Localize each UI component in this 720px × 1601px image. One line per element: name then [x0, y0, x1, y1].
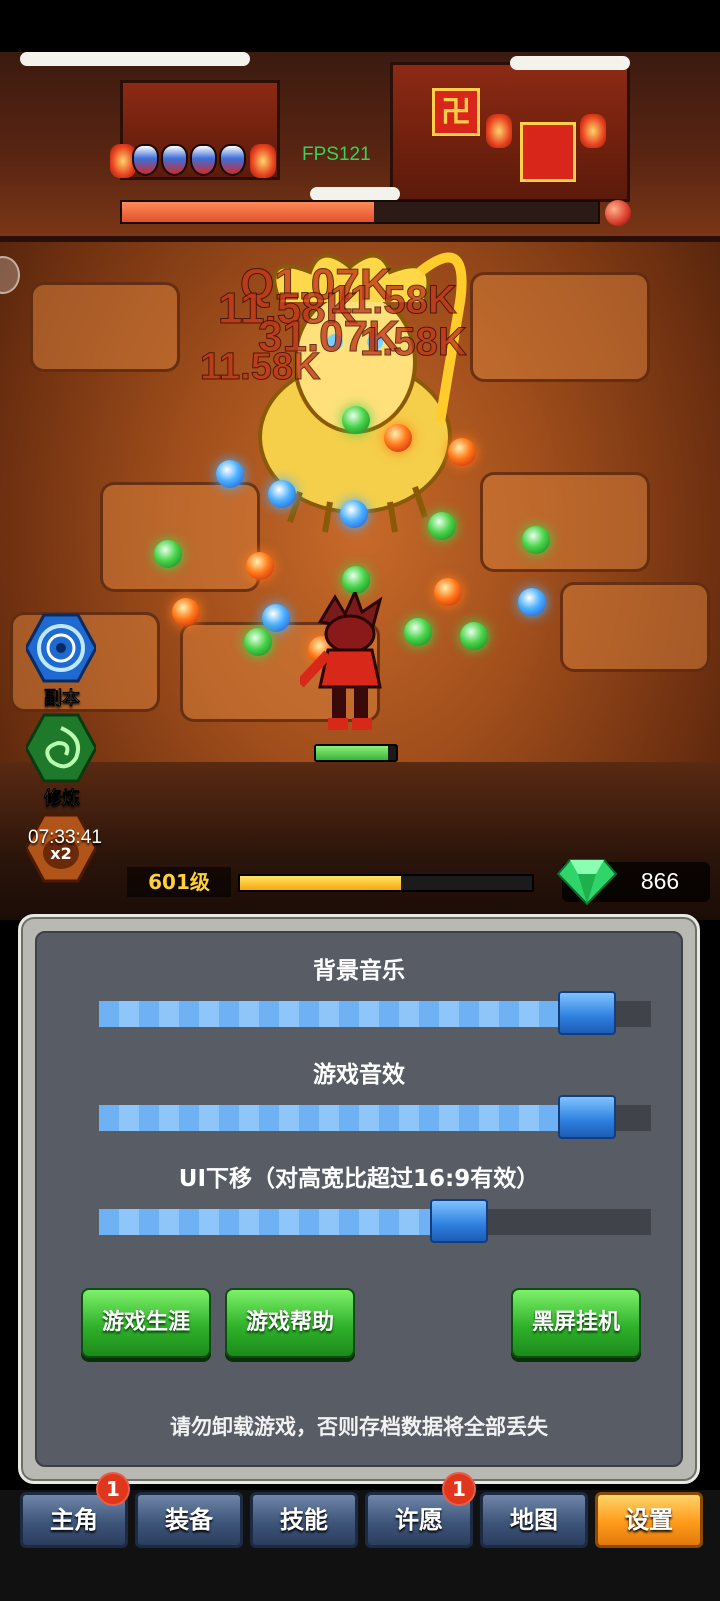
green-spirit-projectile	[404, 618, 432, 646]
bgm-label: 背景音乐	[313, 958, 405, 984]
green-spirit-projectile	[244, 628, 272, 656]
bgm-slider-knob[interactable]	[558, 991, 617, 1035]
spiral-leaf-icon	[24, 713, 98, 783]
ui-shift-slider-fill	[99, 1209, 459, 1235]
red-spirit-projectile	[172, 598, 200, 626]
blue-spirit-projectile	[518, 588, 546, 616]
dungeon-label: 副本	[44, 688, 81, 710]
gem-count: 866	[640, 868, 680, 894]
boss-hp-bar	[120, 200, 600, 224]
xp-bar	[238, 874, 534, 892]
sfx-slider-knob[interactable]	[558, 1095, 617, 1139]
red-spirit-projectile	[384, 424, 412, 452]
bottom-tab-bar: 主角 装备 技能 许愿 地图 设置	[0, 1490, 720, 1601]
xp-fill	[240, 876, 401, 890]
ui-shift-slider-knob[interactable]	[429, 1199, 488, 1243]
snow	[510, 56, 630, 70]
damage-number: 11.58K	[199, 346, 321, 389]
mask-icon	[132, 144, 159, 176]
bgm-slider[interactable]	[99, 991, 651, 1035]
blue-spirit-projectile	[268, 480, 296, 508]
lantern	[250, 144, 276, 178]
floor-tile	[470, 272, 650, 382]
damage-number: 1.58K	[360, 320, 468, 365]
player-level: 601级	[127, 867, 231, 897]
damage-number: 11.58K	[330, 278, 458, 323]
blue-spirit-projectile	[216, 460, 244, 488]
tab-map[interactable]: 地图	[480, 1492, 588, 1548]
vortex-icon	[24, 613, 98, 683]
floor-tile	[480, 472, 650, 572]
temple-door	[520, 122, 576, 182]
bgm-slider-fill	[99, 1001, 588, 1027]
settings-panel: 背景音乐 游戏音效 UI下移（对高宽比超过16:9有效） 游戏生涯 游戏帮助 黑…	[18, 914, 700, 1484]
green-spirit-projectile	[154, 540, 182, 568]
blue-spirit-projectile	[340, 500, 368, 528]
green-spirit-projectile	[522, 526, 550, 554]
green-spirit-projectile	[342, 566, 370, 594]
hero-hp-fill	[316, 746, 388, 760]
tab-skills[interactable]: 技能	[250, 1492, 358, 1548]
training-label: 修炼	[44, 788, 81, 810]
opera-masks	[132, 144, 248, 176]
diamond-icon	[556, 859, 618, 906]
snow	[310, 187, 400, 201]
sfx-slider-fill	[99, 1105, 588, 1131]
black-screen-idle-button[interactable]: 黑屏挂机	[511, 1288, 641, 1358]
blue-spirit-projectile	[262, 604, 290, 632]
uninstall-warning: 请勿卸载游戏，否则存档数据将全部丢失	[170, 1415, 548, 1439]
tab-equipment[interactable]: 装备	[135, 1492, 243, 1548]
floor-tile	[100, 482, 260, 592]
red-spirit-projectile	[434, 578, 462, 606]
fps-counter: FPS121	[302, 144, 371, 165]
training-button[interactable]	[24, 713, 98, 783]
game-career-button[interactable]: 游戏生涯	[81, 1288, 211, 1358]
status-bar	[0, 0, 720, 52]
mask-icon	[219, 144, 246, 176]
lantern	[580, 114, 606, 148]
double-reward-timer: 07:33:41	[28, 827, 102, 848]
green-spirit-projectile	[428, 512, 456, 540]
green-spirit-projectile	[460, 622, 488, 650]
game-help-button[interactable]: 游戏帮助	[225, 1288, 355, 1358]
boss-orb-icon	[605, 200, 631, 226]
ui-shift-label: UI下移（对高宽比超过16:9有效）	[178, 1166, 540, 1192]
floor-tile	[30, 282, 180, 372]
sfx-slider[interactable]	[99, 1095, 651, 1139]
boss-hp-fill	[122, 202, 375, 222]
green-spirit-projectile	[342, 406, 370, 434]
temple-sign: 卍	[432, 88, 480, 136]
lantern	[486, 114, 512, 148]
snow	[20, 52, 250, 66]
mask-icon	[190, 144, 217, 176]
red-spirit-projectile	[448, 438, 476, 466]
floor-tile	[560, 582, 710, 672]
ui-shift-slider[interactable]	[99, 1199, 651, 1243]
mask-icon	[161, 144, 188, 176]
wish-notification-badge: 1	[442, 1472, 476, 1506]
red-spirit-projectile	[246, 552, 274, 580]
settings-panel-inner: 背景音乐 游戏音效 UI下移（对高宽比超过16:9有效） 游戏生涯 游戏帮助 黑…	[35, 931, 683, 1467]
dungeon-button[interactable]	[24, 613, 98, 683]
hero-character	[300, 592, 383, 730]
hero-notification-badge: 1	[96, 1472, 130, 1506]
sfx-label: 游戏音效	[313, 1062, 405, 1088]
hero-hp-bar	[314, 744, 398, 762]
tab-settings[interactable]: 设置	[595, 1492, 703, 1548]
side-bubble-icon[interactable]	[0, 256, 20, 294]
